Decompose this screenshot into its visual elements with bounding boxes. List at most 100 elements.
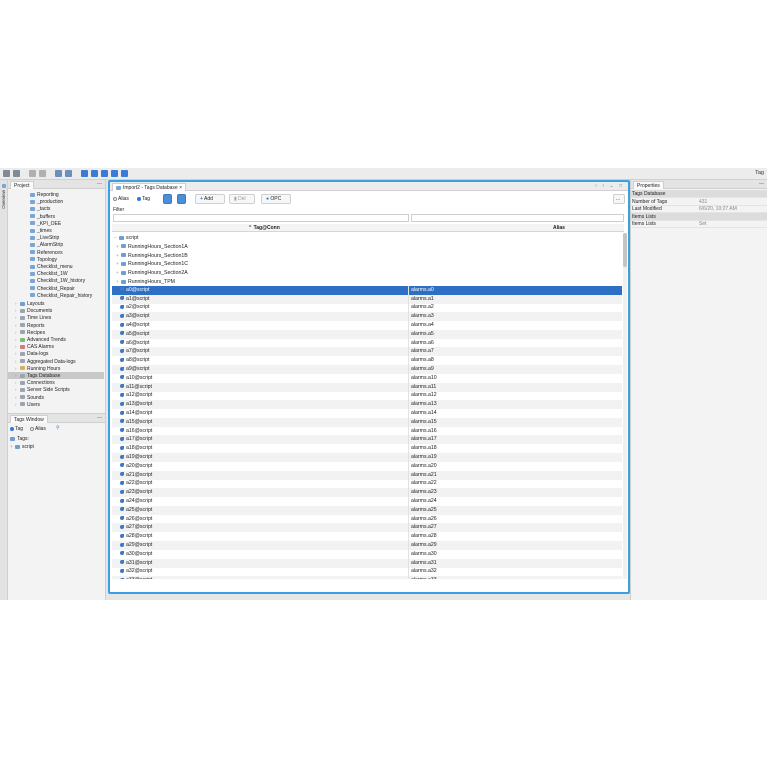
alias-filter-input[interactable]: [411, 214, 624, 222]
table-row[interactable]: a17@script alarms.a17: [112, 435, 622, 445]
table-row[interactable]: a20@script alarms.a20: [112, 461, 622, 471]
project-tree-item[interactable]: Checklist_1W: [30, 271, 106, 278]
table-row[interactable]: a29@script alarms.a29: [112, 541, 622, 550]
project-tree-item[interactable]: › Time Lines: [15, 314, 105, 321]
table-row[interactable]: a22@script alarms.a22: [112, 479, 622, 489]
project-tree-item[interactable]: _production: [30, 199, 106, 206]
grid-icon[interactable]: [91, 170, 98, 177]
project-tree-item[interactable]: › Documents: [15, 307, 105, 314]
table-row[interactable]: a6@script alarms.a6: [112, 338, 622, 348]
table-row[interactable]: a4@script alarms.a4: [112, 321, 622, 330]
table-row[interactable]: a24@script alarms.a24: [112, 497, 622, 506]
table-row[interactable]: a19@script alarms.a19: [112, 453, 622, 462]
folder-row[interactable]: + RunningHours_TPM: [112, 277, 622, 286]
table-row[interactable]: a8@script alarms.a8: [112, 356, 622, 366]
expand-all-button[interactable]: [177, 194, 186, 204]
table-row[interactable]: a28@script alarms.a28: [112, 532, 622, 542]
project-tree-item[interactable]: Topology: [30, 257, 106, 264]
project-tree-item[interactable]: › Reports: [15, 322, 105, 329]
table-row[interactable]: a5@script alarms.a5: [112, 329, 622, 339]
table-row[interactable]: a1@script alarms.a1: [112, 294, 622, 304]
project-tree-item[interactable]: _KPI_OEE: [30, 221, 106, 228]
property-row[interactable]: Items Lists Set: [631, 220, 767, 229]
table-row[interactable]: a15@script alarms.a15: [112, 417, 622, 427]
project-tree-item[interactable]: › Server Side Scripts: [15, 386, 105, 393]
overview-tab[interactable]: Overview: [1, 190, 6, 209]
table-row[interactable]: a25@script alarms.a25: [112, 505, 622, 515]
table-row[interactable]: a16@script alarms.a16: [112, 426, 622, 436]
project-tree-item[interactable]: References: [30, 250, 106, 257]
vertical-scrollbar[interactable]: [623, 233, 627, 579]
table-row[interactable]: a21@script alarms.a21: [112, 470, 622, 480]
tag-column-header[interactable]: ⌃ Tag@Conn: [248, 225, 280, 231]
save-icon[interactable]: [3, 170, 10, 177]
table-row[interactable]: a27@script alarms.a27: [112, 523, 622, 533]
project-tree-item[interactable]: › CAS Alarms: [15, 343, 105, 350]
project-tree-item[interactable]: › Connections: [15, 379, 105, 386]
expand-icon[interactable]: [121, 170, 128, 177]
redo-icon[interactable]: [39, 170, 46, 177]
project-tree-item[interactable]: › Users: [15, 401, 105, 408]
more-button[interactable]: ...: [613, 194, 625, 204]
tags-window-tab[interactable]: Tags Window: [10, 415, 48, 423]
layout-icon[interactable]: [81, 170, 88, 177]
import-icon[interactable]: [55, 170, 62, 177]
project-tree-item[interactable]: › Advanced Trends: [15, 336, 105, 343]
table-row[interactable]: a26@script alarms.a26: [112, 514, 622, 524]
table-row[interactable]: a30@script alarms.a30: [112, 549, 622, 559]
project-tree-item[interactable]: _buffers: [30, 214, 106, 221]
tag-filter-input[interactable]: [113, 214, 409, 222]
table-row[interactable]: a11@script alarms.a11: [112, 382, 622, 392]
table-row[interactable]: a13@script alarms.a13: [112, 400, 622, 410]
table-row[interactable]: a33@script alarms.a33: [112, 576, 622, 579]
opc-button[interactable]: ● OPC: [261, 194, 291, 204]
project-tree-item[interactable]: Checklist_1W_history: [30, 278, 106, 285]
add-button[interactable]: + Add: [195, 194, 225, 204]
project-tree-item[interactable]: Checklist_Repair: [30, 286, 106, 293]
table-row[interactable]: a7@script alarms.a7: [112, 347, 622, 357]
scrollbar-thumb[interactable]: [623, 233, 627, 267]
project-tree-item[interactable]: › Sounds: [15, 394, 105, 401]
table-row[interactable]: a31@script alarms.a31: [112, 558, 622, 568]
minimize-icon[interactable]: —: [759, 181, 764, 187]
property-value[interactable]: Set: [699, 220, 707, 228]
table-row[interactable]: a9@script alarms.a9: [112, 365, 622, 374]
project-tree-item[interactable]: › Recipes: [15, 329, 105, 336]
table-row[interactable]: a2@script alarms.a2: [112, 303, 622, 313]
minimize-icon[interactable]: —: [97, 415, 102, 421]
project-tree-item[interactable]: _tacts: [30, 206, 106, 213]
folder-row[interactable]: + RunningHours_Section1C: [112, 259, 622, 268]
project-tree-item[interactable]: › Tags Database: [8, 372, 104, 379]
project-icon[interactable]: [2, 184, 6, 188]
table-row[interactable]: a0@script alarms.a0: [112, 285, 622, 295]
tag-mode-radio[interactable]: Tag: [137, 196, 150, 202]
table-row[interactable]: a3@script alarms.a3: [112, 312, 622, 322]
project-tree-item[interactable]: › Aggregated Data-logs: [15, 358, 105, 365]
refresh-icon[interactable]: [101, 170, 108, 177]
project-tree-item[interactable]: › Layouts: [15, 300, 105, 307]
close-icon[interactable]: ×: [179, 185, 182, 191]
tag-radio[interactable]: Tag: [10, 426, 23, 434]
project-tree-item[interactable]: Reporting: [30, 192, 106, 199]
folder-row[interactable]: + RunningHours_Section1A: [112, 242, 622, 251]
project-tree-item[interactable]: _times: [30, 228, 106, 235]
tags-child[interactable]: + script: [10, 443, 34, 450]
table-row[interactable]: a18@script alarms.a18: [112, 444, 622, 454]
collapse-all-button[interactable]: [163, 194, 172, 204]
minimize-icon[interactable]: —: [97, 181, 102, 187]
properties-tab[interactable]: Properties: [633, 181, 664, 189]
project-tree-item[interactable]: › Data-logs: [15, 350, 105, 357]
export-icon[interactable]: [65, 170, 72, 177]
tags-root[interactable]: Tags:: [10, 436, 29, 443]
table-row[interactable]: a12@script alarms.a12: [112, 391, 622, 401]
alias-radio[interactable]: Alias: [30, 426, 46, 434]
table-row[interactable]: a32@script alarms.a32: [112, 567, 622, 577]
project-tree-item[interactable]: _LiveStrip: [30, 235, 106, 242]
editor-tab[interactable]: Import2 - Tags Database ×: [112, 183, 186, 191]
save-all-icon[interactable]: [13, 170, 20, 177]
table-row[interactable]: a10@script alarms.a10: [112, 373, 622, 383]
undo-icon[interactable]: [29, 170, 36, 177]
table-row[interactable]: a23@script alarms.a23: [112, 488, 622, 498]
table-row[interactable]: a14@script alarms.a14: [112, 409, 622, 418]
copy-icon[interactable]: [111, 170, 118, 177]
